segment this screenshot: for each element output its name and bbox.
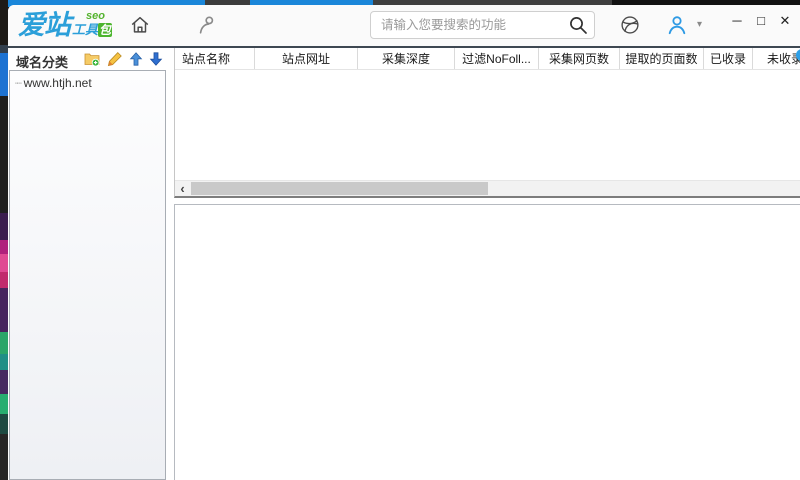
user-figure-icon[interactable]: [196, 14, 218, 36]
home-icon[interactable]: [129, 14, 151, 36]
app-window: 爱站 seo 工具包: [8, 5, 800, 480]
tree-item-domain[interactable]: ┈ www.htjh.net: [10, 71, 165, 94]
maximize-button[interactable]: □: [752, 11, 770, 31]
horizontal-scrollbar[interactable]: ‹: [175, 180, 800, 196]
sidebar-header: 域名分类: [8, 48, 174, 70]
sidebar-title: 域名分类: [16, 52, 68, 71]
col-crawled-pages[interactable]: 采集网页数: [539, 48, 620, 69]
move-up-icon[interactable]: [128, 51, 144, 67]
account-dropdown-caret[interactable]: ▾: [697, 19, 702, 30]
col-not-indexed[interactable]: 未收录: [753, 48, 800, 69]
logo-subtext: seo 工具包: [72, 11, 112, 36]
col-site-url[interactable]: 站点网址: [255, 48, 358, 69]
scrollbar-thumb[interactable]: [191, 182, 488, 195]
screen: 爱站 seo 工具包: [0, 0, 800, 480]
site-table-panel: 站点名称 站点网址 采集深度 过滤NoFoll... 采集网页数 提取的页面数 …: [174, 48, 800, 198]
col-filter-nofollow[interactable]: 过滤NoFoll...: [455, 48, 539, 69]
account-user-icon[interactable]: [666, 14, 688, 36]
close-button[interactable]: ✕: [776, 11, 794, 31]
col-site-name[interactable]: 站点名称: [175, 48, 255, 69]
toolbar: 爱站 seo 工具包: [8, 5, 800, 46]
move-down-icon[interactable]: [148, 51, 164, 67]
scroll-left-arrow[interactable]: ‹: [175, 181, 190, 196]
search-icon[interactable]: [568, 15, 588, 35]
table-body-empty: [175, 70, 800, 176]
desktop-wallpaper-strip: [0, 0, 8, 480]
app-logo: 爱站 seo 工具包: [18, 10, 112, 40]
theme-ball-icon[interactable]: [619, 14, 641, 36]
add-folder-icon[interactable]: [84, 51, 100, 67]
edit-pencil-icon[interactable]: [107, 51, 123, 67]
main-area: 站点名称 站点网址 采集深度 过滤NoFoll... 采集网页数 提取的页面数 …: [174, 48, 800, 480]
tree-branch-connector: ┈: [15, 77, 21, 90]
tree-item-label: www.htjh.net: [24, 76, 92, 90]
sidebar: 域名分类: [8, 48, 174, 480]
logo-suite-text: 工具包: [72, 23, 112, 36]
logo-badge: 包: [98, 23, 112, 37]
detail-panel-empty: [174, 204, 800, 480]
minimize-button[interactable]: ─: [728, 11, 746, 31]
table-header-row: 站点名称 站点网址 采集深度 过滤NoFoll... 采集网页数 提取的页面数 …: [175, 48, 800, 70]
logo-brand-text: 爱站: [18, 10, 70, 40]
search-input[interactable]: [371, 18, 568, 32]
domain-tree-panel: ┈ www.htjh.net: [9, 70, 166, 480]
col-crawl-depth[interactable]: 采集深度: [358, 48, 455, 69]
col-extracted-pages[interactable]: 提取的页面数: [620, 48, 704, 69]
logo-seo-text: seo: [86, 11, 112, 22]
col-indexed[interactable]: 已收录: [704, 48, 753, 69]
function-search: [370, 11, 595, 39]
